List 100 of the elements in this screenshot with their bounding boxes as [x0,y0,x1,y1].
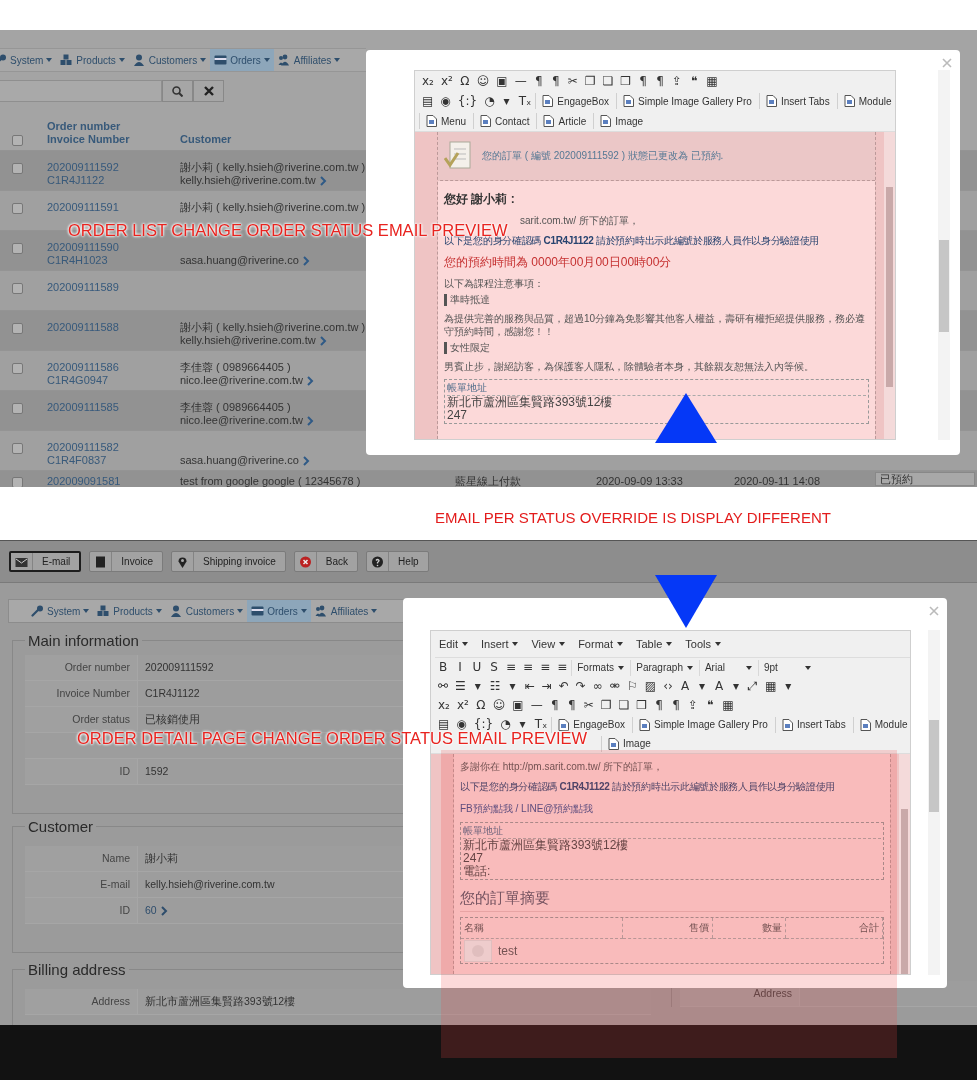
menu-item[interactable]: Edit [435,631,476,657]
toolbar-button[interactable]: ⚐ [623,678,641,695]
dropdown-button[interactable]: Paragraph [630,659,698,676]
toolbar-button[interactable]: Module [836,93,895,109]
toolbar-button[interactable]: ☰ [452,678,469,695]
email-link[interactable]: sasa.huang@riverine.co [180,454,310,467]
menu-item[interactable]: Table [632,631,681,657]
checkbox[interactable] [12,477,23,487]
toolbar-button[interactable]: Contact [473,113,536,129]
toolbar-button[interactable]: ≡ [554,659,571,676]
toolbar-button[interactable]: ⇪ [669,72,686,90]
toolbar-button[interactable]: ☷ [486,678,504,695]
toolbar-button[interactable]: ¶ [668,697,685,714]
toolbar-button[interactable]: ⇪ [685,697,702,714]
toolbar-button[interactable]: ▾ [780,678,797,695]
toolbar-button[interactable]: x² [437,72,456,90]
toolbar-button[interactable]: ¶ [652,72,669,90]
clear-button[interactable] [193,80,224,102]
toolbar-button[interactable]: Image [593,113,650,129]
toolbar-button[interactable]: — [511,72,530,90]
toolbar-button[interactable]: Ω [456,72,473,90]
toolbar-button[interactable]: I [452,659,468,676]
toolbar-button[interactable]: ▦ [719,697,737,714]
menu-item[interactable]: Tools [681,631,729,657]
nav-tab[interactable]: System [27,600,94,622]
toolbar-button[interactable]: ≡ [520,659,537,676]
status-field[interactable]: 已預約 [875,472,975,486]
close-icon[interactable] [929,606,939,616]
toolbar-button[interactable]: ▦ [762,678,780,695]
action-button[interactable]: Back [293,551,359,572]
toolbar-button[interactable]: EngageBox [551,716,631,733]
toolbar-button[interactable]: Article [536,113,593,129]
toolbar-button[interactable]: Insert Tabs [774,716,852,733]
toolbar-button[interactable]: Simple Image Gallery Pro [632,716,774,733]
toolbar-button[interactable]: ◉ [437,92,454,110]
toolbar-button[interactable]: ❝ [686,72,703,90]
toolbar-button[interactable]: U [469,659,485,676]
scrollbar[interactable] [938,70,950,440]
nav-tab[interactable]: Customers [165,600,248,622]
menu-item[interactable]: View [527,631,574,657]
dropdown-button[interactable]: 9pt [757,659,816,676]
toolbar-button[interactable]: ❒ [617,72,635,90]
toolbar-button[interactable]: A [711,678,727,695]
toolbar-button[interactable]: ↶ [555,678,572,695]
toolbar-button[interactable]: ▾ [498,92,515,110]
email-link[interactable]: kelly.hsieh@riverine.com.tw [180,334,327,347]
booking-link[interactable]: FB預約點我 / LINE@預約點我 [460,802,594,816]
email-link[interactable]: nico.lee@riverine.com.tw [180,374,315,387]
nav-tab[interactable]: Orders [210,49,274,71]
toolbar-button[interactable]: ¶ [547,72,564,90]
toolbar-button[interactable]: Menu [419,113,472,129]
scrollbar[interactable] [899,754,910,974]
toolbar-button[interactable]: ⇤ [521,678,538,695]
toolbar-button[interactable]: ☺ [473,72,493,90]
toolbar-button[interactable]: ▨ [641,678,659,695]
toolbar-button[interactable]: ▣ [493,72,511,90]
checkbox[interactable] [12,363,23,374]
toolbar-button[interactable]: ▤ [419,92,437,110]
toolbar-button[interactable]: ≡ [537,659,554,676]
toolbar-button[interactable]: Insert Tabs [758,93,836,109]
toolbar-button[interactable]: ▾ [469,678,486,695]
toolbar-button[interactable]: ¶ [635,72,652,90]
toolbar-button[interactable]: ∞ [589,678,606,695]
checkbox[interactable] [12,203,23,214]
toolbar-button[interactable]: A [677,678,693,695]
checkbox[interactable] [12,443,23,454]
checkbox[interactable] [12,403,23,414]
toolbar-button[interactable]: ⚮ [606,678,623,695]
action-button[interactable]: E-mail [9,551,82,572]
nav-tab[interactable]: Orders [247,600,311,622]
toolbar-button[interactable]: ¶ [530,72,547,90]
toolbar-button[interactable]: ▾ [694,678,710,695]
checkbox[interactable] [12,283,23,294]
email-link[interactable]: kelly.hsieh@riverine.com.tw [180,174,327,187]
toolbar-button[interactable]: ⤢ [745,678,761,695]
toolbar-button[interactable]: Image [601,735,657,752]
menu-item[interactable]: Format [574,631,631,657]
toolbar-button[interactable]: ‹› [660,678,676,695]
action-button[interactable]: Shipping invoice [171,551,286,572]
toolbar-button[interactable]: ❏ [599,72,617,90]
toolbar-button[interactable]: Tₓ [515,92,535,110]
nav-tab[interactable]: Affiliates [273,49,345,71]
email-link[interactable]: sasa.huang@riverine.co [180,254,310,267]
menu-item[interactable]: Insert [476,631,527,657]
scrollbar[interactable] [928,630,940,975]
dropdown-button[interactable]: Formats [571,659,630,676]
toolbar-button[interactable]: ✂ [564,72,581,90]
toolbar-button[interactable]: ◔ [481,92,498,110]
search-field[interactable] [0,80,162,102]
toolbar-button[interactable]: ▦ [703,72,721,90]
checkbox[interactable] [12,323,23,334]
toolbar-button[interactable]: ⚯ [435,678,452,695]
toolbar-button[interactable]: B [435,659,451,676]
nav-tab[interactable]: System [0,49,57,71]
checkbox[interactable] [12,135,23,146]
nav-tab[interactable]: Products [56,49,129,71]
toolbar-button[interactable]: ⇥ [538,678,555,695]
toolbar-button[interactable]: EngageBox [535,93,615,109]
nav-tab[interactable]: Affiliates [310,600,382,622]
toolbar-button[interactable]: {:} [454,92,481,110]
